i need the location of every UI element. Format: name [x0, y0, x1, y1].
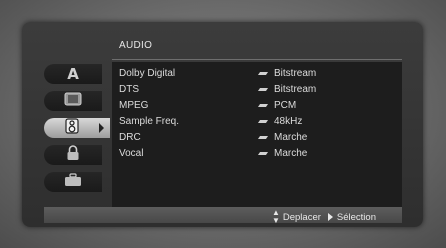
- setting-value: Marche: [274, 148, 308, 159]
- tab-others[interactable]: [44, 172, 102, 192]
- lock-icon: [66, 144, 80, 166]
- select-hint-label: Sélection: [336, 211, 376, 223]
- move-hint-label: Deplacer: [282, 211, 321, 223]
- menu-title: AUDIO: [119, 40, 153, 51]
- setting-value: Marche: [274, 132, 308, 143]
- setting-value: Bitstream: [274, 68, 317, 79]
- tab-language[interactable]: A: [44, 64, 102, 84]
- settings-sidebar: A: [44, 62, 110, 200]
- right-arrow-icon: [327, 213, 333, 221]
- display-icon: [64, 92, 82, 111]
- setting-value: PCM: [274, 100, 297, 111]
- setting-value: 48kHz: [274, 116, 303, 127]
- setting-label: DTS: [119, 84, 139, 95]
- language-a-icon: A: [67, 65, 79, 83]
- tab-display[interactable]: [44, 91, 102, 111]
- setting-label: Sample Freq.: [119, 116, 180, 127]
- navigation-hint: ▲ ▼ Deplacer Sélection: [272, 209, 376, 225]
- setting-value: Bitstream: [274, 84, 317, 95]
- setting-label: Dolby Digital: [119, 68, 176, 79]
- title-divider: [112, 59, 402, 60]
- briefcase-icon: [64, 172, 82, 192]
- navigation-hint-bar: ▲ ▼ Deplacer Sélection: [44, 207, 402, 225]
- tab-lock[interactable]: [44, 144, 102, 166]
- setting-label: MPEG: [119, 100, 149, 111]
- tab-audio[interactable]: [44, 117, 110, 139]
- setting-label: DRC: [119, 132, 141, 143]
- setting-label: Vocal: [119, 148, 144, 159]
- active-tab-arrow-icon: [99, 123, 104, 133]
- up-down-arrows-icon: ▲ ▼: [271, 208, 280, 225]
- audio-settings-panel: [112, 62, 402, 207]
- speaker-icon: [65, 117, 79, 139]
